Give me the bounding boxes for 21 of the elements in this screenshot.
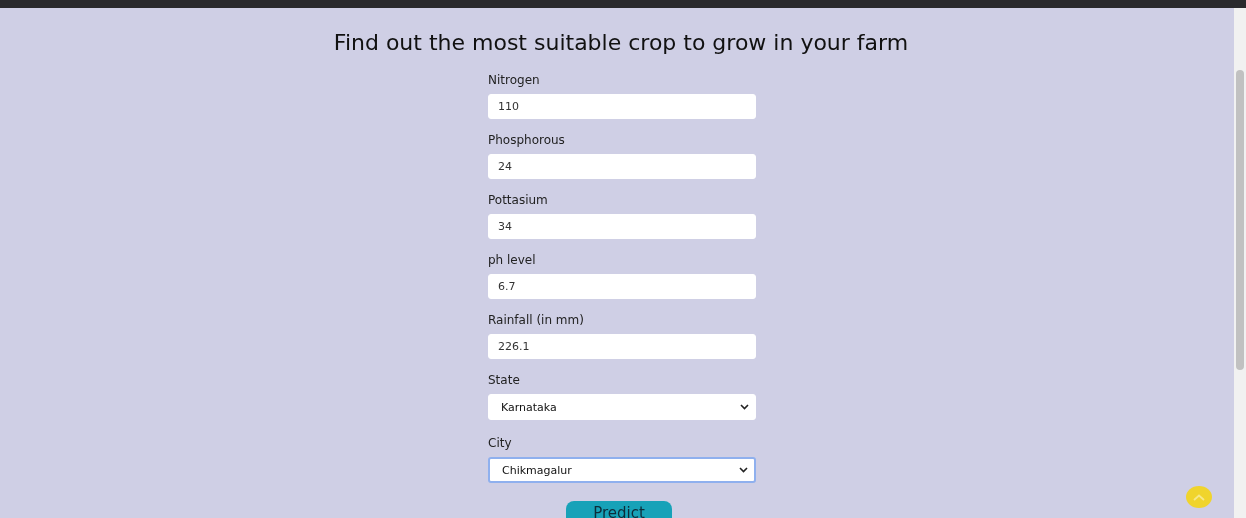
field-label: Phosphorous bbox=[488, 133, 565, 148]
field-label: Pottasium bbox=[488, 193, 548, 208]
input-field[interactable]: 110 bbox=[488, 94, 756, 119]
predict-button[interactable]: Predict bbox=[566, 501, 672, 518]
input-field[interactable]: 24 bbox=[488, 154, 756, 179]
field-label: City bbox=[488, 436, 512, 451]
chevron-down-icon bbox=[740, 404, 749, 410]
input-field[interactable]: 226.1 bbox=[488, 334, 756, 359]
dropdown[interactable]: Karnataka bbox=[488, 394, 756, 420]
scrollbar[interactable] bbox=[1234, 8, 1246, 518]
scroll-to-top-button[interactable] bbox=[1186, 486, 1212, 508]
field-label: Nitrogen bbox=[488, 73, 540, 88]
page-heading: Find out the most suitable crop to grow in your farm bbox=[332, 30, 910, 55]
input-field[interactable]: 6.7 bbox=[488, 274, 756, 299]
chevron-down-icon bbox=[739, 467, 748, 473]
dropdown[interactable]: Chikmagalur bbox=[488, 457, 756, 483]
field-label: State bbox=[488, 373, 520, 388]
field-label: ph level bbox=[488, 253, 536, 268]
field-label: Rainfall (in mm) bbox=[488, 313, 584, 328]
chevron-up-icon bbox=[1193, 493, 1205, 501]
input-field[interactable]: 34 bbox=[488, 214, 756, 239]
